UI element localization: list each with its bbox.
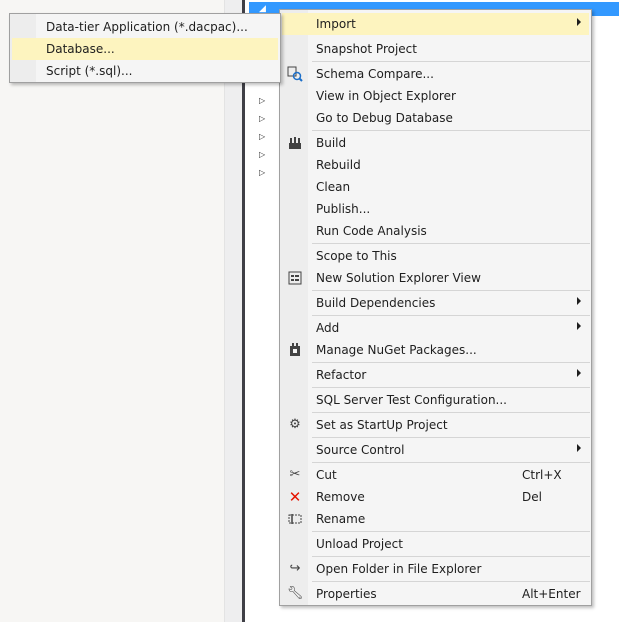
open-folder-arrow-icon: ↪ xyxy=(289,561,301,576)
menu-separator xyxy=(312,556,590,557)
menu-separator xyxy=(312,387,590,388)
tree-expand-icon[interactable]: ▷ xyxy=(259,114,265,123)
menu-item-label: Build Dependencies xyxy=(316,296,436,310)
rename-icon xyxy=(286,511,304,527)
menu-separator xyxy=(312,315,590,316)
scissors-icon: ✂ xyxy=(289,467,301,482)
menu-item-label: Set as StartUp Project xyxy=(316,418,448,432)
menu-item-clean[interactable]: Clean xyxy=(282,176,589,198)
tree-expand-icon[interactable]: ▷ xyxy=(259,150,265,159)
submenu-item-label: Data-tier Application (*.dacpac)... xyxy=(46,20,248,34)
menu-item-label: Rebuild xyxy=(316,158,361,172)
menu-separator xyxy=(312,243,590,244)
menu-item-label: Snapshot Project xyxy=(316,42,417,56)
menu-separator xyxy=(312,462,590,463)
submenu-arrow-icon xyxy=(577,18,581,26)
submenu-arrow-icon xyxy=(577,444,581,452)
menu-item-shortcut: Alt+Enter xyxy=(522,587,581,601)
menu-item-label: Refactor xyxy=(316,368,367,382)
menu-item-label: Scope to This xyxy=(316,249,397,263)
menu-item-properties[interactable]: 🔧︎ Properties Alt+Enter xyxy=(282,583,589,605)
pane-splitter[interactable] xyxy=(224,0,243,622)
menu-item-build-dependencies[interactable]: Build Dependencies xyxy=(282,292,589,314)
menu-item-shortcut: Ctrl+X xyxy=(522,468,562,482)
menu-separator xyxy=(312,130,590,131)
solution-explorer-icon xyxy=(286,270,304,286)
menu-item-label: Source Control xyxy=(316,443,405,457)
tree-expand-icon[interactable]: ▷ xyxy=(259,96,265,105)
menu-item-build[interactable]: Build xyxy=(282,132,589,154)
menu-separator xyxy=(312,581,590,582)
menu-item-label: Publish... xyxy=(316,202,371,216)
menu-separator xyxy=(312,61,590,62)
submenu-item-label: Script (*.sql)... xyxy=(46,64,133,78)
tree-expand-icon[interactable]: ▷ xyxy=(259,132,265,141)
menu-item-open-folder-in-file-explorer[interactable]: ↪ Open Folder in File Explorer xyxy=(282,558,589,580)
menu-item-shortcut: Del xyxy=(522,490,542,504)
menu-item-label: Clean xyxy=(316,180,351,194)
menu-item-label: Go to Debug Database xyxy=(316,111,453,125)
menu-item-label: Cut xyxy=(316,468,337,482)
menu-item-label: Properties xyxy=(316,587,377,601)
submenu-arrow-icon xyxy=(577,369,581,377)
import-submenu: Data-tier Application (*.dacpac)... Data… xyxy=(9,13,281,83)
menu-item-go-to-debug-database[interactable]: Go to Debug Database xyxy=(282,107,589,129)
menu-item-remove[interactable]: ✕ Remove Del xyxy=(282,486,589,508)
submenu-arrow-icon xyxy=(577,322,581,330)
menu-item-label: Unload Project xyxy=(316,537,403,551)
menu-item-view-in-object-explorer[interactable]: View in Object Explorer xyxy=(282,85,589,107)
menu-item-snapshot-project[interactable]: Snapshot Project xyxy=(282,38,589,60)
menu-item-schema-compare[interactable]: Schema Compare... xyxy=(282,63,589,85)
menu-item-label: Build xyxy=(316,136,347,150)
menu-item-set-as-startup-project[interactable]: ⚙ Set as StartUp Project xyxy=(282,414,589,436)
submenu-arrow-icon xyxy=(577,297,581,305)
build-icon xyxy=(286,135,304,151)
menu-item-rename[interactable]: Rename xyxy=(282,508,589,530)
menu-item-label: Manage NuGet Packages... xyxy=(316,343,477,357)
menu-item-cut[interactable]: ✂ Cut Ctrl+X xyxy=(282,464,589,486)
menu-item-label: SQL Server Test Configuration... xyxy=(316,393,507,407)
remove-x-icon: ✕ xyxy=(288,488,302,506)
menu-item-unload-project[interactable]: Unload Project xyxy=(282,533,589,555)
menu-item-label: View in Object Explorer xyxy=(316,89,456,103)
submenu-item-script-sql[interactable]: Script (*.sql)... xyxy=(12,60,278,82)
submenu-item-database[interactable]: Database... xyxy=(12,38,278,60)
left-pane xyxy=(0,0,224,622)
wrench-icon: 🔧︎ xyxy=(286,586,304,601)
menu-separator xyxy=(312,362,590,363)
menu-item-source-control[interactable]: Source Control xyxy=(282,439,589,461)
tree-expand-icon[interactable]: ▷ xyxy=(259,168,265,177)
menu-item-label: Add xyxy=(316,321,340,335)
menu-item-label: Import xyxy=(316,17,356,31)
menu-item-manage-nuget-packages[interactable]: Manage NuGet Packages... xyxy=(282,339,589,361)
menu-item-refactor[interactable]: Refactor xyxy=(282,364,589,386)
submenu-item-data-tier-application[interactable]: Data-tier Application (*.dacpac)... xyxy=(12,16,278,38)
menu-item-label: Schema Compare... xyxy=(316,67,434,81)
menu-item-publish[interactable]: Publish... xyxy=(282,198,589,220)
menu-separator xyxy=(312,531,590,532)
menu-item-label: Remove xyxy=(316,490,365,504)
submenu-item-label: Database... xyxy=(46,42,115,56)
menu-item-sql-server-test-configuration[interactable]: SQL Server Test Configuration... xyxy=(282,389,589,411)
menu-item-label: Rename xyxy=(316,512,366,526)
menu-item-run-code-analysis[interactable]: Run Code Analysis xyxy=(282,220,589,242)
menu-item-scope-to-this[interactable]: Scope to This xyxy=(282,245,589,267)
menu-item-new-solution-explorer-view[interactable]: New Solution Explorer View xyxy=(282,267,589,289)
menu-item-rebuild[interactable]: Rebuild xyxy=(282,154,589,176)
schema-compare-icon xyxy=(286,66,304,82)
menu-separator xyxy=(312,412,590,413)
context-menu: Import Snapshot Project Schema Compare..… xyxy=(279,9,592,606)
menu-item-label: Open Folder in File Explorer xyxy=(316,562,482,576)
menu-item-label: Run Code Analysis xyxy=(316,224,427,238)
menu-item-add[interactable]: Add xyxy=(282,317,589,339)
gear-icon: ⚙ xyxy=(289,417,301,432)
menu-separator xyxy=(312,437,590,438)
menu-separator xyxy=(312,290,590,291)
menu-item-import[interactable]: Import xyxy=(282,13,589,35)
menu-item-label: New Solution Explorer View xyxy=(316,271,481,285)
nuget-icon xyxy=(286,342,304,358)
